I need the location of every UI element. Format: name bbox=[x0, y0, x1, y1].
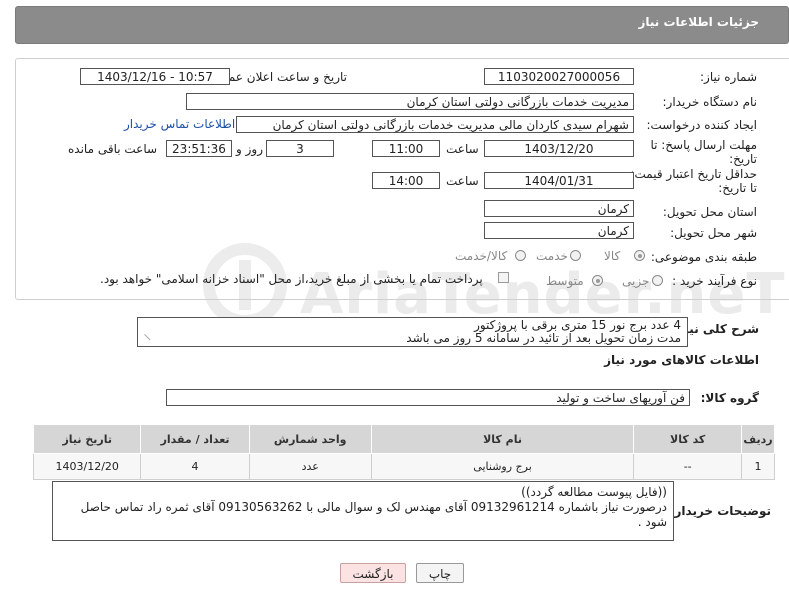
cell-code: -- bbox=[633, 453, 743, 480]
cell-qty: 4 bbox=[140, 453, 250, 480]
remaining-time-label: ساعت باقی مانده bbox=[68, 142, 158, 156]
days-remaining-field: 3 bbox=[266, 140, 334, 157]
reply-time-field: 11:00 bbox=[372, 140, 440, 157]
table-header-row: ردیف کد کالا نام کالا واحد شمارش تعداد /… bbox=[32, 424, 775, 454]
category-radio-goods[interactable] bbox=[634, 250, 645, 261]
buyer-org-field: مدیریت خدمات بازرگانی دولتی استان کرمان bbox=[186, 93, 634, 110]
page-title: جزئیات اطلاعات نیاز bbox=[638, 15, 759, 29]
buyer-notes-textarea: ((فایل پیوست مطالعه گردد)) درصورت نیاز ب… bbox=[52, 481, 674, 541]
need-number-label: شماره نیاز: bbox=[700, 70, 757, 84]
col-header-unit: واحد شمارش bbox=[248, 424, 372, 454]
city-label: شهر محل تحویل: bbox=[670, 226, 757, 240]
remaining-time-field: 23:51:36 bbox=[166, 140, 232, 157]
description-line-2: مدت زمان تحویل بعد از تائید در سامانه 5 … bbox=[406, 331, 681, 345]
city-field: کرمان bbox=[484, 222, 634, 239]
cell-row-number: 1 bbox=[741, 453, 775, 480]
buyer-org-label: نام دستگاه خریدار: bbox=[662, 95, 758, 109]
cell-name: برج روشنایی bbox=[370, 453, 635, 480]
col-header-date: تاریخ نیاز bbox=[32, 424, 142, 454]
table-row: 1 -- برج روشنایی عدد 4 1403/12/20 bbox=[32, 453, 775, 480]
process-radio-medium[interactable] bbox=[592, 275, 603, 286]
need-number-field: 1103020027000056 bbox=[484, 68, 634, 85]
validity-time-field: 14:00 bbox=[372, 172, 440, 189]
announce-datetime-field: 1403/12/16 - 10:57 bbox=[80, 68, 230, 85]
province-field: کرمان bbox=[484, 200, 634, 217]
validity-time-label: ساعت bbox=[446, 174, 479, 188]
validity-date-field: 1404/01/31 bbox=[484, 172, 634, 189]
treasury-payment-checkbox[interactable] bbox=[498, 272, 509, 283]
col-header-code: کد کالا bbox=[633, 424, 743, 454]
category-option-both: کالا/خدمت bbox=[455, 249, 508, 263]
goods-section-title: اطلاعات کالاهای مورد نیاز bbox=[604, 353, 759, 367]
process-option-medium: متوسط bbox=[546, 274, 584, 288]
col-header-qty: تعداد / مقدار bbox=[140, 424, 250, 454]
days-label: روز و bbox=[236, 142, 263, 156]
process-label: نوع فرآیند خرید : bbox=[672, 274, 757, 288]
treasury-payment-note: پرداخت تمام یا بخشی از مبلغ خرید،از محل … bbox=[100, 272, 483, 286]
goods-table: ردیف کد کالا نام کالا واحد شمارش تعداد /… bbox=[32, 424, 775, 480]
category-option-goods: کالا bbox=[604, 249, 621, 263]
buyer-notes-label: توضیحات خریدار: bbox=[669, 504, 771, 518]
price-validity-label: حداقل تاریخ اعتبار قیمت: تا تاریخ: bbox=[630, 167, 757, 195]
creator-label: ایجاد کننده درخواست: bbox=[646, 118, 757, 132]
description-textarea: 4 عدد برج نور 15 متری برقی با پروژکتور م… bbox=[137, 317, 688, 347]
process-radio-minor[interactable] bbox=[652, 275, 663, 286]
category-option-service: خدمت bbox=[536, 249, 568, 263]
buyer-notes-line-1: ((فایل پیوست مطالعه گردد)) bbox=[521, 485, 667, 499]
buyer-notes-line-2: درصورت نیاز باشماره 09132961214 آقای مهن… bbox=[80, 500, 667, 529]
cell-date: 1403/12/20 bbox=[32, 453, 142, 480]
buyer-contact-link[interactable]: اطلاعات تماس خریدار bbox=[124, 117, 235, 131]
category-radio-both[interactable] bbox=[515, 250, 526, 261]
goods-group-label: گروه کالا: bbox=[700, 391, 759, 405]
goods-group-field: فن آوریهای ساخت و تولید bbox=[166, 389, 690, 406]
cell-unit: عدد bbox=[248, 453, 372, 480]
province-label: استان محل تحویل: bbox=[662, 205, 757, 219]
print-button[interactable]: چاپ bbox=[416, 563, 464, 583]
category-radio-service[interactable] bbox=[570, 250, 581, 261]
creator-field: شهرام سیدی کاردان مالی مدیریت خدمات بازر… bbox=[236, 116, 634, 133]
back-button[interactable]: بازگشت bbox=[340, 563, 406, 583]
reply-time-label: ساعت bbox=[446, 142, 479, 156]
process-option-minor: جزیی bbox=[622, 274, 650, 288]
reply-deadline-label: مهلت ارسال پاسخ: تا تاریخ: bbox=[650, 138, 757, 166]
col-header-name: نام کالا bbox=[370, 424, 635, 454]
reply-date-field: 1403/12/20 bbox=[484, 140, 634, 157]
category-label: طبقه بندی موضوعی: bbox=[650, 250, 757, 264]
col-header-row-number: ردیف bbox=[741, 424, 775, 454]
